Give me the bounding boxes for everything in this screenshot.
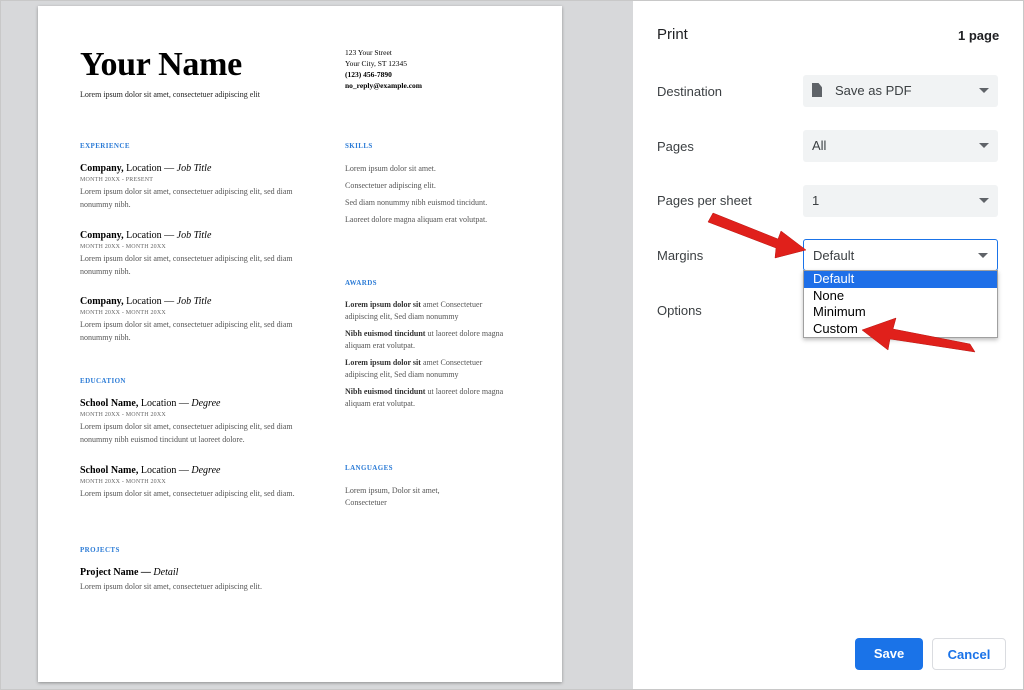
award-bold: Lorem ipsum dolor sit	[345, 358, 421, 367]
pdf-file-icon	[812, 83, 822, 97]
contact-phone: (123) 456-7890	[345, 70, 392, 79]
entry-role: Job Title	[176, 230, 212, 241]
entry-date: MONTH 20XX - MONTH 20XX	[80, 479, 166, 485]
page-count: 1 page	[958, 28, 1000, 43]
entry-location: Location —	[123, 163, 177, 174]
award-item: Lorem ipsum dolor sit amet Consectetuer …	[345, 357, 515, 381]
section-languages: LANGUAGES	[345, 464, 393, 472]
destination-label: Destination	[657, 84, 723, 99]
section-skills: SKILLS	[345, 142, 373, 150]
entry-date: MONTH 20XX - MONTH 20XX	[80, 244, 166, 250]
awards-list: Lorem ipsum dolor sit amet Consectetuer …	[345, 299, 515, 415]
section-awards: AWARDS	[345, 279, 377, 287]
entry-role: Job Title	[176, 163, 212, 174]
entry-text: Lorem ipsum dolor sit amet, consectetuer…	[80, 489, 295, 498]
entry-org: Company,	[80, 163, 124, 174]
options-label[interactable]: Options	[657, 303, 702, 318]
margins-option-minimum[interactable]: Minimum	[804, 304, 997, 321]
entry-date: MONTH 20XX - MONTH 20XX	[80, 310, 166, 316]
entry-text: Lorem ipsum dolor sit amet, consectetuer…	[80, 320, 293, 342]
award-item: Nibh euismod tincidunt ut laoreet dolore…	[345, 328, 515, 352]
award-bold: Lorem ipsum dolor sit	[345, 300, 421, 309]
award-item: Lorem ipsum dolor sit amet Consectetuer …	[345, 299, 515, 323]
contact-street: 123 Your Street	[345, 48, 392, 57]
margins-select[interactable]: Default	[803, 239, 998, 271]
entry-org: School Name,	[80, 398, 139, 409]
chevron-down-icon	[979, 198, 989, 203]
experience-entry: Company, Location — Job Title MONTH 20XX…	[80, 163, 320, 211]
experience-entry: Company, Location — Job Title MONTH 20XX…	[80, 296, 320, 344]
save-button[interactable]: Save	[855, 638, 923, 670]
entry-date: MONTH 20XX - PRESENT	[80, 177, 154, 183]
print-title: Print	[657, 26, 688, 43]
pages-label: Pages	[657, 139, 694, 154]
pages-per-sheet-select[interactable]: 1	[803, 185, 998, 217]
chevron-down-icon	[979, 143, 989, 148]
entry-location: Location —	[138, 465, 192, 476]
entry-location: Location —	[138, 398, 192, 409]
award-bold: Nibh euismod tincidunt	[345, 329, 426, 338]
entry-org: School Name,	[80, 465, 139, 476]
skill-item: Lorem ipsum dolor sit amet.	[345, 164, 436, 173]
entry-text: Lorem ipsum dolor sit amet, consectetuer…	[80, 254, 293, 276]
award-item: Nibh euismod tincidunt ut laoreet dolore…	[345, 386, 515, 410]
entry-location: Location —	[123, 296, 177, 307]
section-experience: EXPERIENCE	[80, 142, 130, 150]
margins-dropdown[interactable]: Default None Minimum Custom	[803, 270, 998, 338]
resume-tagline: Lorem ipsum dolor sit amet, consectetuer…	[80, 90, 260, 99]
chevron-down-icon	[978, 253, 988, 258]
languages-text: Lorem ipsum, Dolor sit amet, Consectetue…	[345, 486, 440, 507]
entry-location: Location —	[123, 230, 177, 241]
margins-option-default[interactable]: Default	[804, 271, 997, 288]
project-text: Lorem ipsum dolor sit amet, consectetuer…	[80, 582, 262, 591]
experience-entry: Company, Location — Job Title MONTH 20XX…	[80, 230, 320, 278]
entry-org: Company,	[80, 230, 124, 241]
margins-value: Default	[813, 248, 855, 263]
margins-option-none[interactable]: None	[804, 288, 997, 305]
pages-per-sheet-value: 1	[812, 193, 820, 208]
margins-label: Margins	[657, 248, 704, 263]
pages-per-sheet-label: Pages per sheet	[657, 193, 752, 208]
contact-city: Your City, ST 12345	[345, 59, 407, 68]
section-projects: PROJECTS	[80, 546, 120, 554]
section-education: EDUCATION	[80, 377, 126, 385]
preview-page: Your Name Lorem ipsum dolor sit amet, co…	[38, 6, 562, 682]
education-entry: School Name, Location — Degree MONTH 20X…	[80, 398, 320, 446]
skills-list: Lorem ipsum dolor sit amet. Consectetuer…	[345, 163, 515, 231]
entry-date: MONTH 20XX - MONTH 20XX	[80, 412, 166, 418]
contact-email: no_reply@example.com	[345, 81, 423, 90]
margins-option-custom[interactable]: Custom	[804, 321, 997, 338]
resume-name: Your Name	[80, 46, 242, 83]
cancel-button[interactable]: Cancel	[932, 638, 1006, 670]
entry-text: Lorem ipsum dolor sit amet, consectetuer…	[80, 422, 293, 444]
entry-org: Company,	[80, 296, 124, 307]
project-entry: Project Name — Detail Lorem ipsum dolor …	[80, 567, 320, 593]
entry-role: Degree	[191, 465, 221, 476]
education-entry: School Name, Location — Degree MONTH 20X…	[80, 465, 320, 500]
project-detail: Detail	[153, 567, 179, 578]
entry-role: Job Title	[176, 296, 212, 307]
destination-select[interactable]: Save as PDF	[803, 75, 998, 107]
chevron-down-icon	[979, 88, 989, 93]
resume-contact: 123 Your Street Your City, ST 12345 (123…	[345, 47, 422, 91]
pages-value: All	[812, 138, 827, 153]
entry-role: Degree	[191, 398, 221, 409]
project-title: Project Name —	[80, 567, 154, 578]
pages-select[interactable]: All	[803, 130, 998, 162]
entry-text: Lorem ipsum dolor sit amet, consectetuer…	[80, 187, 293, 209]
skill-item: Sed diam nonummy nibh euismod tincidunt.	[345, 198, 488, 207]
award-bold: Nibh euismod tincidunt	[345, 387, 426, 396]
skill-item: Laoreet dolore magna aliquam erat volutp…	[345, 215, 488, 224]
destination-value: Save as PDF	[835, 83, 912, 98]
skill-item: Consectetuer adipiscing elit.	[345, 181, 436, 190]
